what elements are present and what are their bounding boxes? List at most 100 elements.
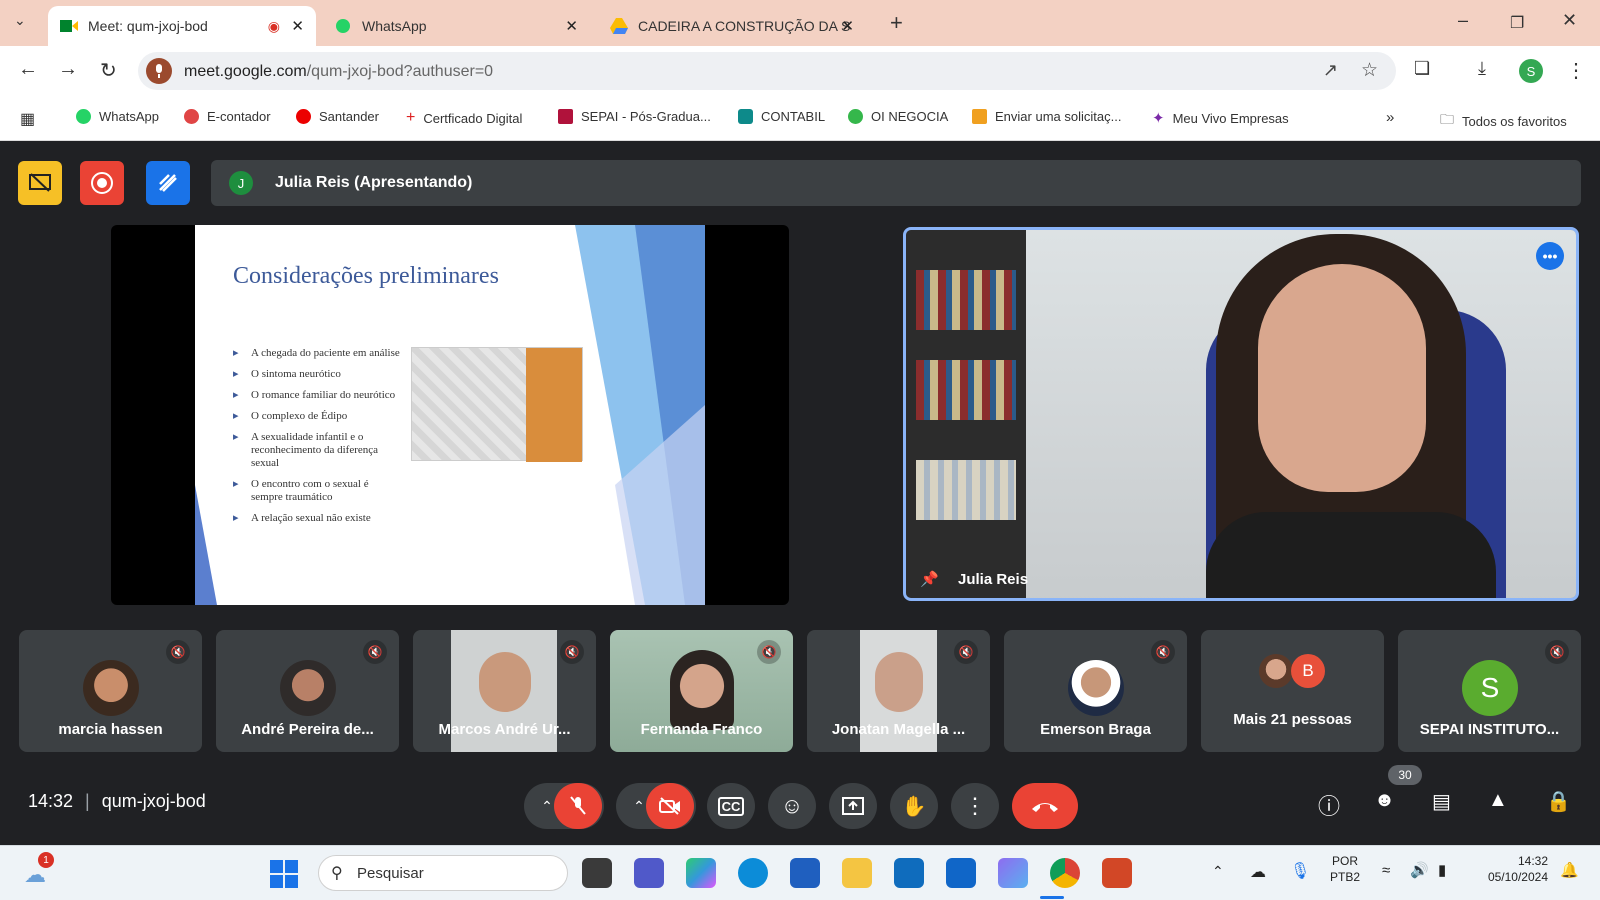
teams-icon[interactable] <box>634 858 664 888</box>
participant-tile[interactable]: 🔇 Emerson Braga <box>1004 630 1187 752</box>
tab-search-chevron-icon[interactable]: ⌄ <box>14 12 26 29</box>
speaker-video-tile[interactable]: ••• 📌 Julia Reis <box>903 227 1579 601</box>
people-icon[interactable]: ☻ <box>1374 789 1395 812</box>
muted-mic-icon: 🔇 <box>1151 640 1175 664</box>
bookmark-santander[interactable]: Santander <box>296 109 379 124</box>
app-icon[interactable] <box>998 858 1028 888</box>
minimize-icon[interactable]: – <box>1458 10 1468 31</box>
whiteboard-button[interactable] <box>146 161 190 205</box>
participant-avatar <box>1068 660 1124 716</box>
participant-tile[interactable]: 🔇 André Pereira de... <box>216 630 399 752</box>
tray-overflow-chevron-icon[interactable]: ⌃ <box>1212 863 1224 880</box>
slide-bullet: A relação sexual não existe <box>233 512 403 525</box>
tab-close-icon[interactable]: ✕ <box>565 17 578 35</box>
site-info-mic-icon[interactable] <box>146 58 172 84</box>
participant-tile[interactable]: 🔇 Marcos André Ur... <box>413 630 596 752</box>
onedrive-cloud-icon[interactable]: ☁ <box>1250 862 1266 882</box>
muted-mic-icon: 🔇 <box>166 640 190 664</box>
apps-grid-icon[interactable]: ▦ <box>20 109 35 129</box>
tab-whatsapp[interactable]: WhatsApp ✕ <box>322 6 590 46</box>
tab-close-icon[interactable]: ✕ <box>291 17 304 35</box>
clock[interactable]: 14:32 05/10/2024 <box>1476 854 1548 884</box>
windows-start-icon[interactable] <box>270 860 298 888</box>
profile-avatar[interactable]: S <box>1519 59 1543 83</box>
chrome-icon[interactable] <box>1050 858 1080 888</box>
bookmark-oi-negocia[interactable]: OI NEGOCIA <box>848 109 948 124</box>
outlook-new-icon[interactable] <box>894 858 924 888</box>
participant-tile[interactable]: 🔇 S SEPAI INSTITUTO... <box>1398 630 1581 752</box>
host-controls-lock-icon[interactable]: 🔒 <box>1546 789 1571 814</box>
tab-meet[interactable]: Meet: qum-jxoj-bod ◉ ✕ <box>48 6 316 46</box>
meeting-info: 14:32 | qum-jxoj-bod <box>28 791 206 812</box>
bookmark-certificado[interactable]: + Certficado Digital <box>406 109 522 127</box>
keyboard-language[interactable]: POR PTB2 <box>1330 854 1360 884</box>
bookmark-sepai[interactable]: SEPAI - Pós-Gradua... <box>558 109 711 124</box>
browser-tab-strip: ⌄ Meet: qum-jxoj-bod ◉ ✕ WhatsApp ✕ CADE… <box>0 0 1600 46</box>
santander-icon <box>296 109 311 124</box>
reactions-button[interactable]: ☺ <box>768 783 816 829</box>
bookmark-vivo[interactable]: ✦ Meu Vivo Empresas <box>1152 109 1289 127</box>
pin-icon[interactable]: 📌 <box>920 570 939 588</box>
more-options-button[interactable]: ⋮ <box>951 783 999 829</box>
extensions-icon[interactable]: ❏ <box>1414 58 1430 79</box>
browser-menu-icon[interactable]: ⋮ <box>1566 58 1586 83</box>
activities-icon[interactable]: ▲ <box>1488 789 1508 812</box>
present-stop-button[interactable] <box>18 161 62 205</box>
windows-taskbar: ☁ 1 ⚲ Pesquisar ⌃ ☁ 🎙 POR PTB2 ≈ 🔊 ▮ 14:3… <box>0 845 1600 900</box>
forward-icon[interactable]: → <box>58 58 78 81</box>
outlook-icon[interactable] <box>946 858 976 888</box>
more-bookmarks-icon[interactable]: » <box>1386 109 1394 126</box>
copilot-icon[interactable] <box>686 858 716 888</box>
new-tab-plus-icon[interactable]: + <box>890 10 903 36</box>
task-view-icon[interactable] <box>582 858 612 888</box>
leave-call-button[interactable] <box>1012 783 1078 829</box>
volume-icon[interactable]: 🔊 <box>1410 861 1429 879</box>
file-explorer-icon[interactable] <box>842 858 872 888</box>
address-bar-row: ← → ↻ meet.google.com/qum-jxoj-bod?authu… <box>0 46 1600 96</box>
taskbar-search-box[interactable]: ⚲ Pesquisar <box>318 855 568 891</box>
tab-close-icon[interactable]: ✕ <box>841 17 854 35</box>
presentation-tile[interactable]: Considerações preliminares A chegada do … <box>111 225 789 605</box>
chat-icon[interactable]: ▤ <box>1432 789 1451 814</box>
omnibox[interactable]: meet.google.com/qum-jxoj-bod?authuser=0 … <box>138 52 1396 90</box>
econtador-icon <box>184 109 199 124</box>
present-button[interactable] <box>829 783 877 829</box>
participant-tile[interactable]: 🔇 Jonatan Magella ... <box>807 630 990 752</box>
all-bookmarks-folder[interactable]: 🗀 Todos os favoritos <box>1440 109 1567 133</box>
tab-drive[interactable]: CADEIRA A CONSTRUÇÃO DA S ✕ <box>598 6 866 46</box>
microphone-tray-icon[interactable]: 🎙 <box>1290 861 1310 881</box>
wifi-icon[interactable]: ≈ <box>1382 862 1390 879</box>
camera-off-button[interactable] <box>646 783 694 829</box>
books <box>916 270 1016 330</box>
more-participants-tile[interactable]: B Mais 21 pessoas <box>1201 630 1384 752</box>
raise-hand-button[interactable]: ✋ <box>890 783 938 829</box>
edge-icon[interactable] <box>738 858 768 888</box>
more-participants-label: Mais 21 pessoas <box>1233 711 1352 728</box>
recording-button[interactable] <box>80 161 124 205</box>
restore-icon[interactable]: ❐ <box>1510 13 1524 33</box>
tab-drive-title: CADEIRA A CONSTRUÇÃO DA S <box>638 18 851 34</box>
microphone-off-button[interactable] <box>554 783 602 829</box>
powerpoint-icon[interactable] <box>1102 858 1132 888</box>
notifications-bell-icon[interactable]: 🔔 <box>1560 861 1579 879</box>
participant-name: Jonatan Magella ... <box>831 721 966 738</box>
bookmark-econtador[interactable]: E-contador <box>184 109 271 124</box>
reload-icon[interactable]: ↻ <box>100 58 117 83</box>
store-icon[interactable] <box>790 858 820 888</box>
bookmarks-bar: ▦ WhatsApp E-contador Santander + Certfic… <box>0 96 1600 141</box>
battery-icon[interactable]: ▮ <box>1438 861 1446 879</box>
participant-tile[interactable]: 🔇 Fernanda Franco <box>610 630 793 752</box>
bookmark-whatsapp[interactable]: WhatsApp <box>76 109 159 124</box>
captions-button[interactable]: CC <box>707 783 755 829</box>
tile-more-options-icon[interactable]: ••• <box>1536 242 1564 270</box>
open-in-app-icon[interactable]: ↗ <box>1323 60 1338 81</box>
meeting-time: 14:32 <box>28 791 74 811</box>
participant-tile[interactable]: 🔇 marcia hassen <box>19 630 202 752</box>
bookmark-star-icon[interactable]: ☆ <box>1361 59 1378 82</box>
meeting-details-info-icon[interactable]: ⓘ <box>1318 789 1340 821</box>
back-icon[interactable]: ← <box>18 58 38 81</box>
bookmark-contabil[interactable]: CONTABIL <box>738 109 825 124</box>
window-close-icon[interactable]: ✕ <box>1562 10 1577 31</box>
download-icon[interactable]: ⤓ <box>1478 58 1486 79</box>
bookmark-solicitacao[interactable]: Enviar uma solicitaç... <box>972 109 1121 124</box>
